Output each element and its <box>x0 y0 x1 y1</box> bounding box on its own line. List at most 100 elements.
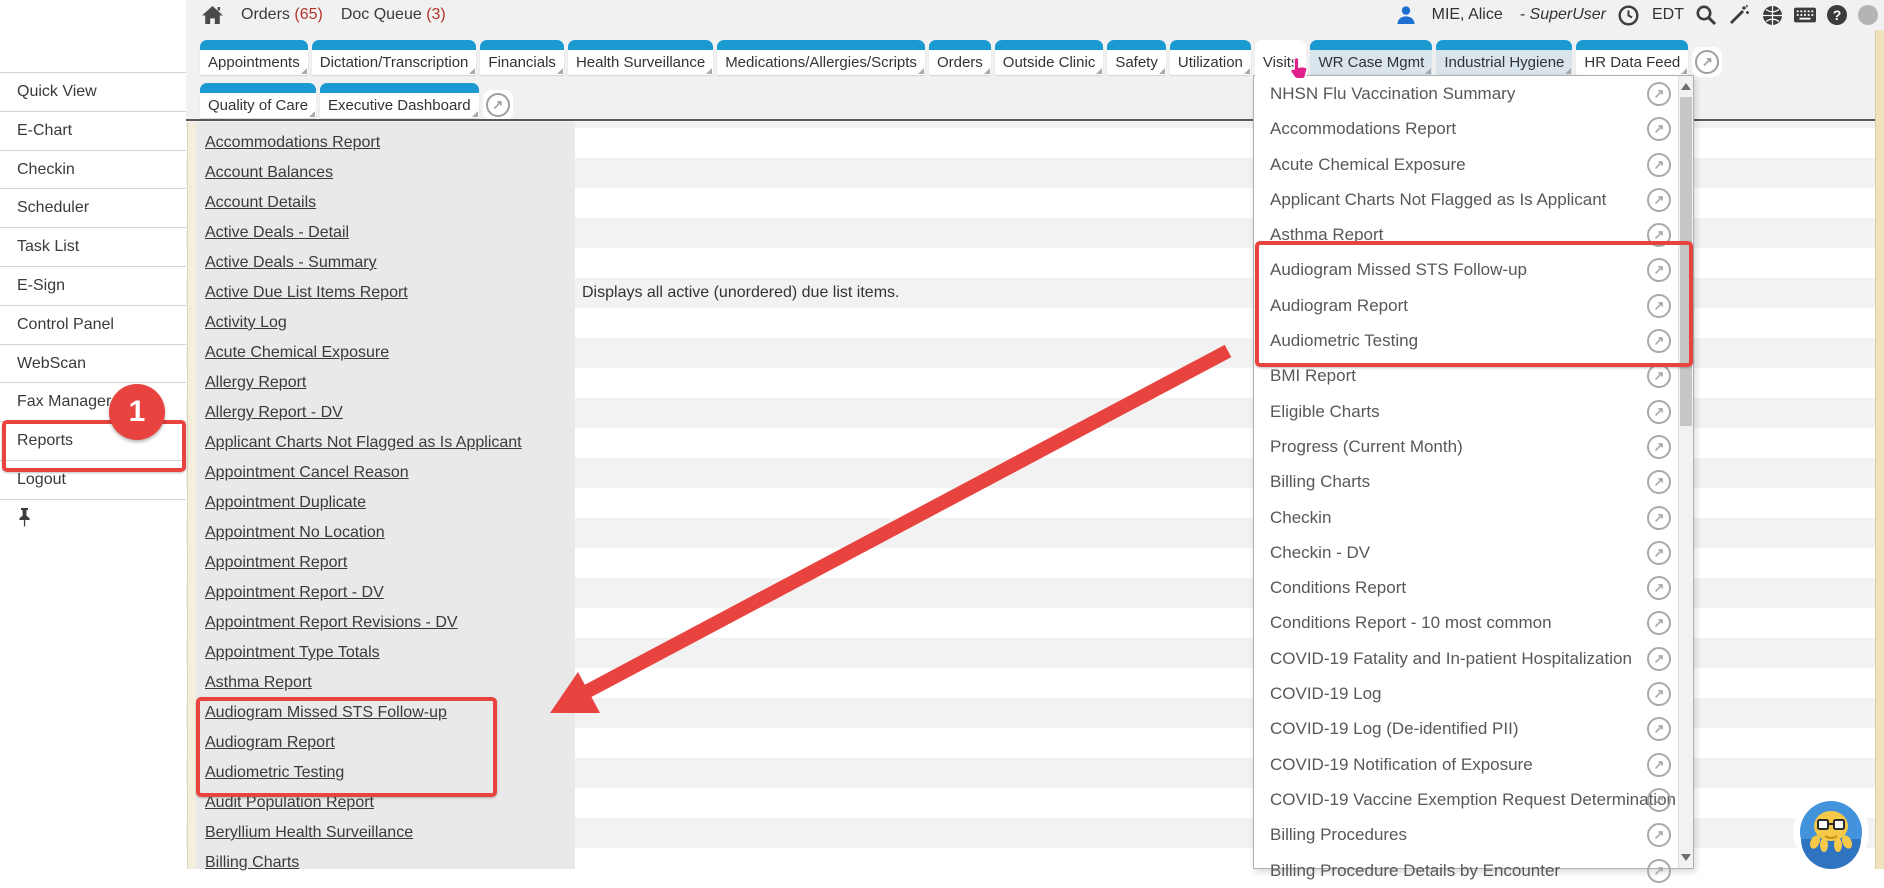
dropdown-item[interactable]: COVID-19 Fatality and In-patient Hospita… <box>1254 641 1679 676</box>
dropdown-item[interactable]: Applicant Charts Not Flagged as Is Appli… <box>1254 182 1679 217</box>
dropdown-item[interactable]: Conditions Report - 10 most common↗ <box>1254 605 1679 640</box>
scroll-down-icon[interactable] <box>1681 854 1691 861</box>
dropdown-item[interactable]: Billing Procedures↗ <box>1254 817 1679 852</box>
doc-queue-nav-link[interactable]: Doc Queue (3) <box>341 6 446 24</box>
report-link[interactable]: Appointment Type Totals <box>205 644 380 661</box>
dropdown-item[interactable]: Asthma Report↗ <box>1254 217 1679 252</box>
scroll-up-icon[interactable] <box>1681 83 1691 90</box>
module-tab[interactable]: Medications/Allergies/Scripts <box>717 40 925 75</box>
home-icon[interactable] <box>202 6 223 25</box>
report-link[interactable]: Account Balances <box>205 164 333 181</box>
external-link-icon[interactable]: ↗ <box>1647 435 1671 459</box>
scrollbar-thumb[interactable] <box>1680 97 1692 426</box>
module-tab[interactable]: Financials <box>480 40 564 75</box>
dropdown-item[interactable]: BMI Report↗ <box>1254 358 1679 393</box>
report-link[interactable]: Active Due List Items Report <box>205 284 408 301</box>
module-tab[interactable]: WR Case Mgmt <box>1310 40 1432 75</box>
module-tab[interactable]: Orders <box>929 40 991 75</box>
report-link[interactable]: Activity Log <box>205 314 287 331</box>
dropdown-item[interactable]: Acute Chemical Exposure↗ <box>1254 147 1679 182</box>
dropdown-item[interactable]: Checkin - DV↗ <box>1254 535 1679 570</box>
external-link-icon[interactable]: ↗ <box>1647 682 1671 706</box>
external-link-icon[interactable]: ↗ <box>1647 753 1671 777</box>
sidebar-item[interactable]: Checkin <box>0 150 186 189</box>
report-link[interactable]: Allergy Report - DV <box>205 404 343 421</box>
clock-icon[interactable] <box>1617 4 1639 26</box>
search-icon[interactable] <box>1695 4 1717 26</box>
external-link-icon[interactable]: ↗ <box>1647 82 1671 106</box>
help-icon[interactable]: ? <box>1827 5 1847 25</box>
external-link-icon[interactable]: ↗ <box>1647 364 1671 388</box>
dashboard-tab[interactable]: Executive Dashboard <box>320 83 479 118</box>
external-link-icon[interactable]: ↗ <box>1647 541 1671 565</box>
sidebar-item[interactable]: Control Panel <box>0 305 186 344</box>
report-link[interactable]: Appointment Report <box>205 554 347 571</box>
module-tab[interactable]: Visits <box>1255 40 1307 81</box>
external-link-icon[interactable]: ↗ <box>1647 859 1671 883</box>
module-tab[interactable]: Industrial Hygiene <box>1436 40 1572 75</box>
dropdown-item[interactable]: Eligible Charts↗ <box>1254 394 1679 429</box>
dropdown-item[interactable]: COVID-19 Vaccine Exemption Request Deter… <box>1254 782 1679 817</box>
report-link[interactable]: Audiogram Missed STS Follow-up <box>205 704 447 721</box>
chat-assistant-avatar[interactable] <box>1792 793 1870 876</box>
external-link-icon[interactable]: ↗ <box>1647 223 1671 247</box>
report-link[interactable]: Account Details <box>205 194 316 211</box>
dropdown-item[interactable]: Checkin↗ <box>1254 500 1679 535</box>
tab-overflow-chip[interactable]: ↗ <box>1692 47 1722 77</box>
sidebar-item[interactable]: Logout <box>0 460 186 499</box>
sidebar-item[interactable]: Quick View <box>0 72 186 111</box>
report-link[interactable]: Allergy Report <box>205 374 306 391</box>
external-link-icon[interactable]: ↗ <box>1647 329 1671 353</box>
report-link[interactable]: Audit Population Report <box>205 794 374 811</box>
keyboard-icon[interactable] <box>1794 4 1816 26</box>
external-link-icon[interactable]: ↗ <box>1647 153 1671 177</box>
report-link[interactable]: Accommodations Report <box>205 134 380 151</box>
dropdown-item[interactable]: NHSN Flu Vaccination Summary↗ <box>1254 76 1679 111</box>
orders-nav-link[interactable]: Orders (65) <box>241 6 323 24</box>
dropdown-item[interactable]: Audiometric Testing↗ <box>1254 323 1679 358</box>
sidebar-item[interactable]: Scheduler <box>0 188 186 227</box>
dropdown-item[interactable]: COVID-19 Log↗ <box>1254 676 1679 711</box>
dropdown-item[interactable]: Billing Charts↗ <box>1254 464 1679 499</box>
external-link-icon[interactable]: ↗ <box>1647 188 1671 212</box>
external-link-icon[interactable]: ↗ <box>1647 647 1671 671</box>
dropdown-item[interactable]: Audiogram Missed STS Follow-up↗ <box>1254 252 1679 287</box>
module-tab[interactable]: Dictation/Transcription <box>312 40 477 75</box>
external-link-icon[interactable]: ↗ <box>1647 717 1671 741</box>
report-link[interactable]: Appointment Cancel Reason <box>205 464 409 481</box>
sidebar-item[interactable]: Task List <box>0 227 186 266</box>
external-link-icon[interactable]: ↗ <box>1647 400 1671 424</box>
dropdown-item[interactable]: Audiogram Report↗ <box>1254 288 1679 323</box>
external-link-icon[interactable]: ↗ <box>1647 294 1671 318</box>
report-link[interactable]: Beryllium Health Surveillance <box>205 824 413 841</box>
external-link-icon[interactable]: ↗ <box>1647 788 1671 812</box>
external-link-icon[interactable]: ↗ <box>1647 117 1671 141</box>
sidebar-item[interactable]: E-Chart <box>0 111 186 150</box>
dropdown-item[interactable]: Billing Procedure Details by Encounter↗ <box>1254 853 1679 888</box>
module-tab[interactable]: Appointments <box>200 40 308 75</box>
pin-icon[interactable] <box>17 508 32 532</box>
external-link-icon[interactable]: ↗ <box>1647 506 1671 530</box>
module-tab[interactable]: Outside Clinic <box>995 40 1104 75</box>
report-link[interactable]: Active Deals - Detail <box>205 224 349 241</box>
report-link[interactable]: Active Deals - Summary <box>205 254 377 271</box>
report-link[interactable]: Acute Chemical Exposure <box>205 344 389 361</box>
report-link[interactable]: Billing Charts <box>205 854 299 871</box>
external-link-icon[interactable]: ↗ <box>1647 576 1671 600</box>
external-link-icon[interactable]: ↗ <box>1647 611 1671 635</box>
sidebar-item[interactable]: WebScan <box>0 344 186 383</box>
report-link[interactable]: Audiogram Report <box>205 734 335 751</box>
magic-wand-icon[interactable] <box>1728 4 1750 26</box>
dropdown-item[interactable]: COVID-19 Log (De-identified PII)↗ <box>1254 711 1679 746</box>
external-link-icon[interactable]: ↗ <box>1647 258 1671 282</box>
dashboard-open-chip[interactable]: ↗ <box>483 90 513 120</box>
report-link[interactable]: Asthma Report <box>205 674 312 691</box>
report-link[interactable]: Applicant Charts Not Flagged as Is Appli… <box>205 434 522 451</box>
globe-icon[interactable] <box>1761 4 1783 26</box>
report-link[interactable]: Appointment No Location <box>205 524 385 541</box>
dropdown-item[interactable]: Conditions Report↗ <box>1254 570 1679 605</box>
report-link[interactable]: Appointment Duplicate <box>205 494 366 511</box>
report-link[interactable]: Audiometric Testing <box>205 764 344 781</box>
module-tab[interactable]: HR Data Feed <box>1576 40 1688 75</box>
module-tab[interactable]: Safety <box>1107 40 1166 75</box>
